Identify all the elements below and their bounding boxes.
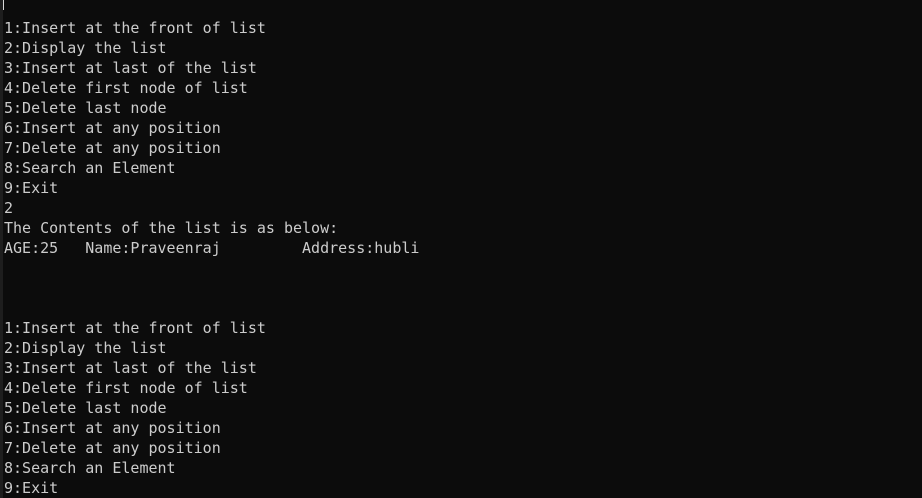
menu-line-9: 9:Exit <box>4 479 59 497</box>
menu-line-8: 8:Search an Element <box>4 159 176 177</box>
user-input-line: 2 <box>4 199 14 217</box>
list-record-line: AGE:25 Name:Praveenraj Address:hubli <box>4 239 420 257</box>
menu-line-4: 4:Delete first node of list <box>4 79 248 97</box>
list-contents-header: The Contents of the list is as below: <box>4 219 339 237</box>
console-output: 1:Insert at the front of list 2:Display … <box>4 18 419 498</box>
menu-line-3: 3:Insert at last of the list <box>4 359 257 377</box>
menu-line-6: 6:Insert at any position <box>4 119 221 137</box>
menu-line-1: 1:Insert at the front of list <box>4 19 266 37</box>
menu-line-8: 8:Search an Element <box>4 459 176 477</box>
menu-line-6: 6:Insert at any position <box>4 419 221 437</box>
menu-line-3: 3:Insert at last of the list <box>4 59 257 77</box>
menu-line-9: 9:Exit <box>4 179 59 197</box>
menu-line-4: 4:Delete first node of list <box>4 379 248 397</box>
menu-line-2: 2:Display the list <box>4 339 167 357</box>
scrollbar-track[interactable] <box>0 0 3 498</box>
menu-line-5: 5:Delete last node <box>4 399 167 417</box>
menu-line-7: 7:Delete at any position <box>4 139 221 157</box>
menu-line-2: 2:Display the list <box>4 39 167 57</box>
console-window[interactable]: 1:Insert at the front of list 2:Display … <box>0 0 922 498</box>
menu-line-7: 7:Delete at any position <box>4 439 221 457</box>
menu-line-5: 5:Delete last node <box>4 99 167 117</box>
menu-line-1: 1:Insert at the front of list <box>4 319 266 337</box>
